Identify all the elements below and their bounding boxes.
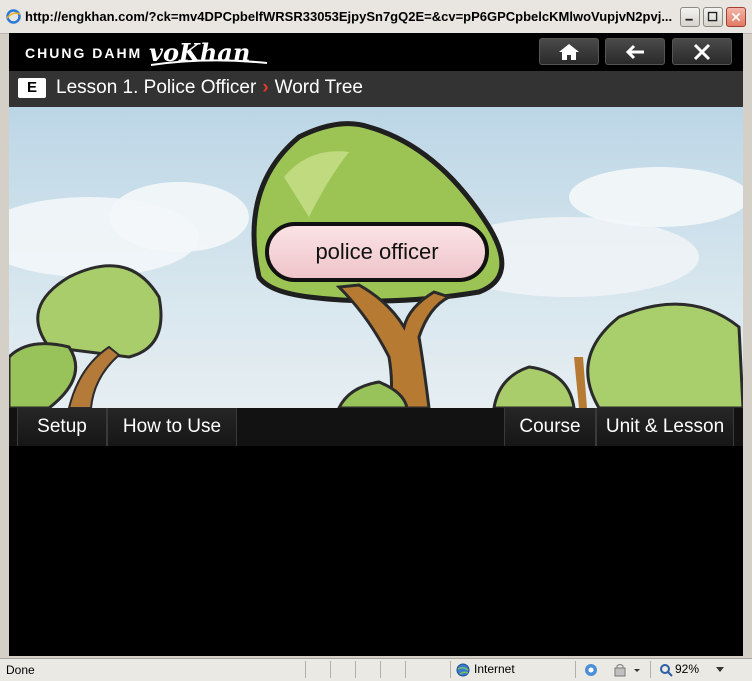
status-divider <box>450 661 451 678</box>
minimize-button[interactable] <box>680 7 700 27</box>
home-button[interactable] <box>539 38 599 65</box>
menu-unit-lesson[interactable]: Unit & Lesson <box>596 408 734 446</box>
menu-how-to-use[interactable]: How to Use <box>107 408 237 446</box>
breadcrumb: E Lesson 1. Police Officer › Word Tree <box>9 71 743 107</box>
status-divider <box>380 661 381 678</box>
maximize-button[interactable] <box>703 7 723 27</box>
status-text: Done <box>6 663 35 677</box>
word-tree-scene: police officer <box>9 107 743 408</box>
breadcrumb-text: Lesson 1. Police Officer › Word Tree <box>56 77 363 99</box>
zoom-level[interactable]: 92% <box>675 662 699 676</box>
browser-title-bar: http://engkhan.com/?ck=mv4DPCpbelfWRSR33… <box>0 0 752 34</box>
status-bar: Done Internet 92% <box>0 658 752 681</box>
home-icon <box>559 44 579 60</box>
word-bubble[interactable]: police officer <box>265 222 489 282</box>
menu-course[interactable]: Course <box>504 408 596 446</box>
back-button[interactable] <box>605 38 665 65</box>
zoom-icon[interactable] <box>659 663 673 677</box>
breadcrumb-separator-icon: › <box>262 77 269 98</box>
app-close-button[interactable] <box>672 38 732 65</box>
browser-window: http://engkhan.com/?ck=mv4DPCpbelfWRSR33… <box>0 0 752 681</box>
chevron-down-icon[interactable] <box>716 667 724 673</box>
bottom-menu: Setup How to Use Course Unit & Lesson <box>9 408 743 446</box>
menu-setup[interactable]: Setup <box>17 408 107 446</box>
lock-dropdown-icon[interactable] <box>612 663 642 677</box>
breadcrumb-lesson[interactable]: Lesson 1. Police Officer <box>56 77 256 98</box>
brand-name: CHUNG DAHM <box>25 45 143 61</box>
internet-zone-icon <box>456 663 470 677</box>
app-header: CHUNG DAHM voKhan <box>9 33 743 71</box>
status-divider <box>650 661 651 678</box>
status-divider <box>355 661 356 678</box>
status-divider <box>330 661 331 678</box>
level-badge: E <box>18 78 46 98</box>
protected-mode-icon[interactable] <box>583 663 599 677</box>
content-area <box>9 446 743 656</box>
window-close-button[interactable] <box>726 7 746 27</box>
status-divider <box>405 661 406 678</box>
status-divider <box>305 661 306 678</box>
internet-explorer-icon <box>6 9 21 24</box>
status-divider <box>575 661 576 678</box>
browser-title: http://engkhan.com/?ck=mv4DPCpbelfWRSR33… <box>25 9 673 24</box>
close-icon <box>693 43 711 61</box>
breadcrumb-page: Word Tree <box>274 77 363 98</box>
vokhan-logo: voKhan <box>149 38 268 67</box>
security-zone: Internet <box>474 662 515 676</box>
back-arrow-icon <box>625 44 644 60</box>
